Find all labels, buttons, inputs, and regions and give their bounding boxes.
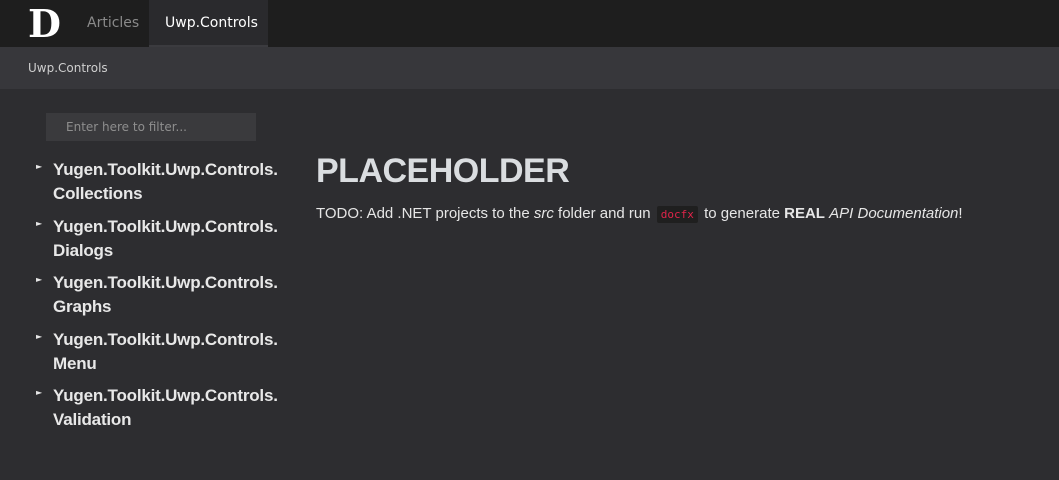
triangle-right-icon[interactable]: ► — [36, 332, 42, 341]
filter-input[interactable] — [46, 113, 256, 141]
toc-item-menu[interactable]: ► Yugen.Toolkit.Uwp.Controls. Menu — [36, 328, 286, 385]
tab-uwp-controls[interactable]: Uwp.Controls — [149, 0, 268, 47]
toc-item-label[interactable]: Yugen.Toolkit.Uwp.Controls. Collections — [53, 158, 283, 206]
toc-item-label[interactable]: Yugen.Toolkit.Uwp.Controls. Menu — [53, 328, 283, 376]
toc-item-collections[interactable]: ► Yugen.Toolkit.Uwp.Controls. Collections — [36, 158, 286, 215]
toc-sidebar: ► Yugen.Toolkit.Uwp.Controls. Collections… — [36, 158, 286, 441]
top-navbar: D Articles Uwp.Controls — [0, 0, 1059, 47]
triangle-right-icon[interactable]: ► — [36, 219, 42, 228]
docfx-logo-icon[interactable]: D — [26, 5, 64, 43]
placeholder-text: TODO: Add .NET projects to the src folde… — [316, 205, 963, 223]
toc-item-label[interactable]: Yugen.Toolkit.Uwp.Controls. Graphs — [53, 271, 283, 319]
breadcrumb[interactable]: Uwp.Controls — [28, 61, 108, 75]
breadcrumb-bar: Uwp.Controls — [0, 47, 1059, 89]
svg-text:D: D — [28, 5, 61, 43]
triangle-right-icon[interactable]: ► — [36, 388, 42, 397]
toc-item-graphs[interactable]: ► Yugen.Toolkit.Uwp.Controls. Graphs — [36, 271, 286, 328]
tab-articles[interactable]: Articles — [71, 0, 155, 47]
triangle-right-icon[interactable]: ► — [36, 162, 42, 171]
toc-item-validation[interactable]: ► Yugen.Toolkit.Uwp.Controls. Validation — [36, 384, 286, 441]
toc-item-dialogs[interactable]: ► Yugen.Toolkit.Uwp.Controls. Dialogs — [36, 215, 286, 272]
toc-item-label[interactable]: Yugen.Toolkit.Uwp.Controls. Validation — [53, 384, 283, 432]
docfx-code: docfx — [656, 206, 698, 223]
toc-item-label[interactable]: Yugen.Toolkit.Uwp.Controls. Dialogs — [53, 215, 283, 263]
page-title: PLACEHOLDER — [316, 152, 570, 190]
triangle-right-icon[interactable]: ► — [36, 275, 42, 284]
